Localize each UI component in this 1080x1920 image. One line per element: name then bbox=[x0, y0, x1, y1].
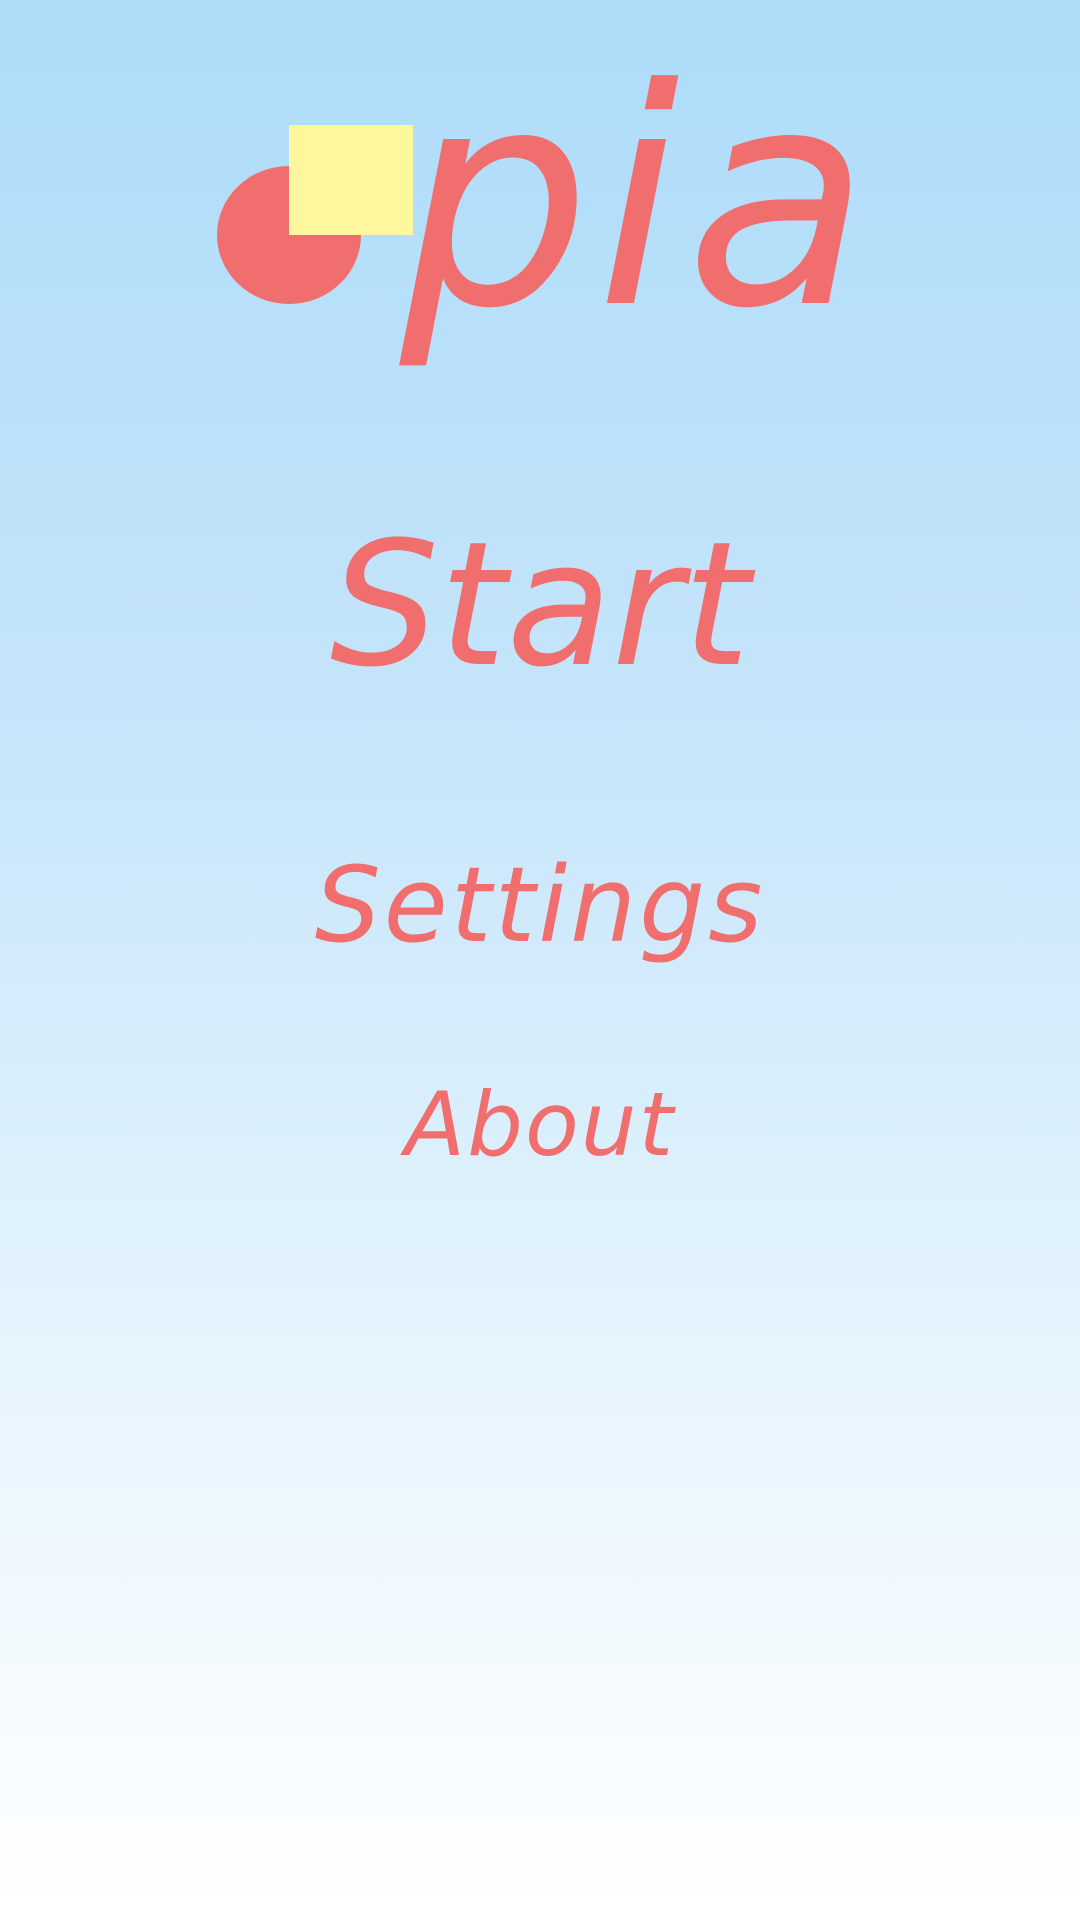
main-menu: Start Settings About bbox=[0, 0, 1080, 1920]
about-button[interactable]: About bbox=[0, 1065, 1080, 1185]
main-menu-screen: { "logo": { "text": "pia", "circle_color… bbox=[0, 0, 1080, 1920]
start-button[interactable]: Start bbox=[0, 505, 1080, 705]
settings-button[interactable]: Settings bbox=[0, 835, 1080, 975]
